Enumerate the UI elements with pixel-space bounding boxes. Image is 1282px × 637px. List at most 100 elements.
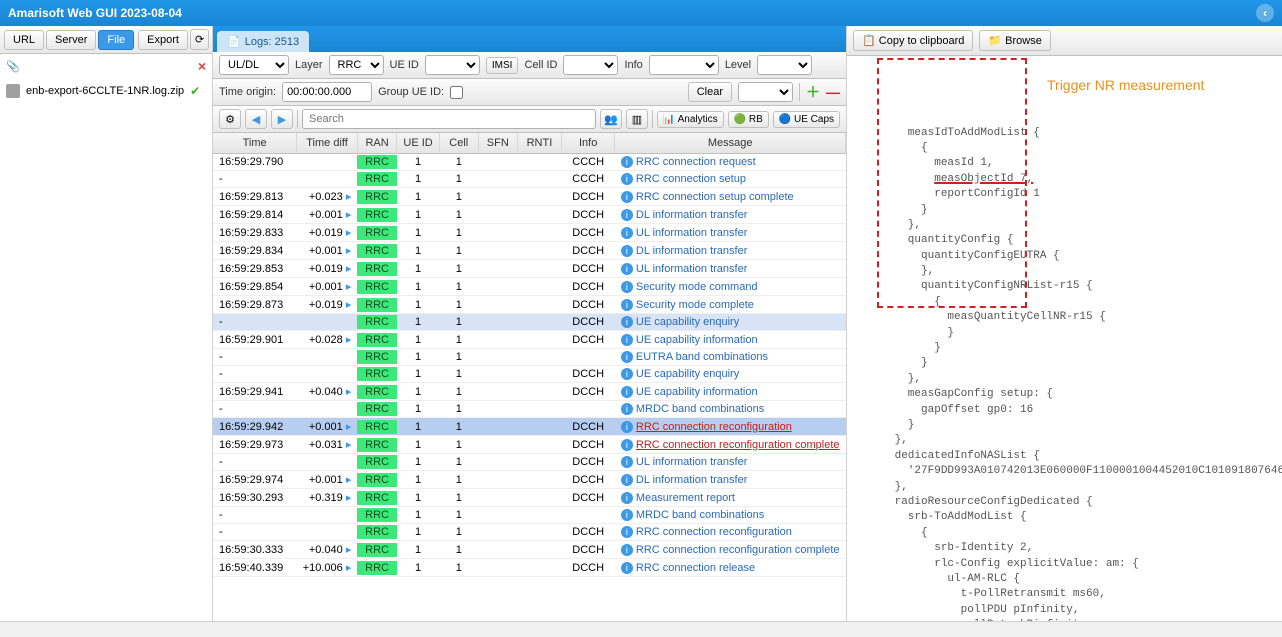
column-info[interactable]: Info	[561, 133, 614, 154]
table-row[interactable]: 16:59:29.973+0.031 ▸RRC11DCCHiRRC connec…	[213, 436, 846, 454]
column-time[interactable]: Time	[213, 133, 297, 154]
table-row[interactable]: 16:59:29.790RRC11CCCHiRRC connection req…	[213, 154, 846, 171]
arrow-icon: ▸	[346, 544, 352, 556]
info-icon: i	[621, 562, 633, 574]
row-message: UE capability information	[636, 386, 758, 398]
collapse-left-icon[interactable]: ‹	[1256, 4, 1274, 22]
export-button[interactable]: Export	[138, 30, 188, 50]
row-message: RRC connection setup	[636, 173, 746, 185]
server-button[interactable]: Server	[46, 30, 96, 50]
ran-badge: RRC	[357, 385, 396, 399]
users-icon[interactable]: 👥	[600, 109, 622, 129]
url-button[interactable]: URL	[4, 30, 44, 50]
table-row[interactable]: -RRC11CCCHiRRC connection setup	[213, 171, 846, 188]
center-panel: 📄 Logs: 2513 UL/DL Layer RRC UE ID IMSI …	[213, 26, 847, 621]
browse-button[interactable]: 📁 Browse	[979, 30, 1050, 51]
ran-badge: RRC	[357, 190, 396, 204]
table-row[interactable]: 16:59:29.941+0.040 ▸RRC11DCCHiUE capabil…	[213, 383, 846, 401]
column-sfn[interactable]: SFN	[478, 133, 517, 154]
ueid-select[interactable]	[425, 55, 480, 75]
row-message: UE capability enquiry	[636, 316, 739, 328]
ran-badge: RRC	[357, 226, 396, 240]
ran-badge: RRC	[357, 438, 396, 452]
ran-badge: RRC	[357, 420, 396, 434]
arrow-icon: ▸	[346, 439, 352, 451]
table-row[interactable]: 16:59:29.854+0.001 ▸RRC11DCCHiSecurity m…	[213, 278, 846, 296]
table-row[interactable]: -RRC11iMRDC band combinations	[213, 507, 846, 524]
table-row[interactable]: 16:59:30.293+0.319 ▸RRC11DCCHiMeasuremen…	[213, 489, 846, 507]
table-row[interactable]: 16:59:30.333+0.040 ▸RRC11DCCHiRRC connec…	[213, 541, 846, 559]
clear-select[interactable]	[738, 82, 793, 102]
column-rnti[interactable]: RNTI	[517, 133, 561, 154]
table-row[interactable]: -RRC11DCCHiUE capability enquiry	[213, 314, 846, 331]
arrow-icon: ▸	[346, 492, 352, 504]
table-row[interactable]: 16:59:29.942+0.001 ▸RRC11DCCHiRRC connec…	[213, 418, 846, 436]
group-ue-label: Group UE ID:	[378, 86, 444, 98]
prev-icon[interactable]: ◀	[245, 109, 267, 129]
file-name: enb-export-6CCLTE-1NR.log.zip	[26, 85, 184, 97]
table-row[interactable]: 16:59:29.834+0.001 ▸RRC11DCCHiDL informa…	[213, 242, 846, 260]
table-row[interactable]: 16:59:40.339+10.006 ▸RRC11DCCHiRRC conne…	[213, 559, 846, 577]
rb-button[interactable]: 🟢 RB	[728, 111, 769, 128]
table-row[interactable]: -RRC11iEUTRA band combinations	[213, 349, 846, 366]
copy-clipboard-button[interactable]: 📋 Copy to clipboard	[853, 30, 973, 51]
row-message: DL information transfer	[636, 245, 747, 257]
cellid-select[interactable]	[563, 55, 618, 75]
refresh-icon[interactable]: ⟳	[190, 29, 209, 50]
ran-badge: RRC	[357, 543, 396, 557]
column-message[interactable]: Message	[615, 133, 846, 154]
level-select[interactable]	[757, 55, 812, 75]
ran-badge: RRC	[357, 402, 396, 416]
table-row[interactable]: 16:59:29.813+0.023 ▸RRC11DCCHiRRC connec…	[213, 188, 846, 206]
clear-button[interactable]: Clear	[688, 82, 732, 102]
add-icon[interactable]: ＋	[806, 82, 820, 102]
table-row[interactable]: 16:59:29.814+0.001 ▸RRC11DCCHiDL informa…	[213, 206, 846, 224]
file-button[interactable]: File	[98, 30, 134, 50]
row-message: UL information transfer	[636, 263, 747, 275]
tab-logs[interactable]: 📄 Logs: 2513	[217, 31, 309, 52]
info-icon: i	[621, 403, 633, 415]
table-row[interactable]: -RRC11DCCHiUE capability enquiry	[213, 366, 846, 383]
column-time-diff[interactable]: Time diff	[297, 133, 358, 154]
code-content: measIdToAddModList { { measId 1, measObj…	[855, 126, 1274, 621]
bottom-scrollbar[interactable]	[0, 621, 1282, 637]
close-icon[interactable]: ×	[198, 58, 206, 74]
file-item[interactable]: enb-export-6CCLTE-1NR.log.zip ✔	[6, 82, 206, 100]
info-icon: i	[621, 439, 633, 451]
info-icon: i	[621, 173, 633, 185]
uecaps-button[interactable]: 🔵 UE Caps	[773, 111, 840, 128]
ran-badge: RRC	[357, 508, 396, 522]
table-row[interactable]: 16:59:29.901+0.028 ▸RRC11DCCHiUE capabil…	[213, 331, 846, 349]
row-message: Security mode complete	[636, 299, 754, 311]
attach-icon[interactable]: 📎	[6, 60, 20, 73]
table-row[interactable]: 16:59:29.873+0.019 ▸RRC11DCCHiSecurity m…	[213, 296, 846, 314]
table-row[interactable]: -RRC11DCCHiUL information transfer	[213, 454, 846, 471]
filter-icon[interactable]: ▥	[626, 109, 648, 129]
search-input[interactable]	[302, 109, 596, 129]
row-message: RRC connection reconfiguration complete	[636, 544, 840, 556]
table-row[interactable]: 16:59:29.974+0.001 ▸RRC11DCCHiDL informa…	[213, 471, 846, 489]
column-cell[interactable]: Cell	[439, 133, 478, 154]
remove-icon[interactable]: —	[826, 84, 840, 100]
imsi-button[interactable]: IMSI	[486, 57, 519, 74]
table-row[interactable]: 16:59:29.833+0.019 ▸RRC11DCCHiUL informa…	[213, 224, 846, 242]
row-message: UL information transfer	[636, 456, 747, 468]
uldl-select[interactable]: UL/DL	[219, 55, 289, 75]
log-table[interactable]: TimeTime diffRANUE IDCellSFNRNTIInfoMess…	[213, 133, 846, 621]
ran-badge: RRC	[357, 244, 396, 258]
time-bar: Time origin: Group UE ID: Clear ＋ —	[213, 79, 846, 106]
group-ue-checkbox[interactable]	[450, 86, 463, 99]
table-row[interactable]: -RRC11DCCHiRRC connection reconfiguratio…	[213, 524, 846, 541]
table-row[interactable]: -RRC11iMRDC band combinations	[213, 401, 846, 418]
info-select[interactable]	[649, 55, 719, 75]
time-origin-input[interactable]	[282, 82, 372, 102]
next-icon[interactable]: ▶	[271, 109, 293, 129]
layer-select[interactable]: RRC	[329, 55, 384, 75]
settings-icon[interactable]: ⚙	[219, 109, 241, 129]
detail-body[interactable]: Trigger NR measurement measIdToAddModLis…	[847, 56, 1282, 621]
analytics-button[interactable]: 📊 Analytics	[657, 111, 724, 128]
table-row[interactable]: 16:59:29.853+0.019 ▸RRC11DCCHiUL informa…	[213, 260, 846, 278]
row-message: RRC connection setup complete	[636, 191, 794, 203]
column-ran[interactable]: RAN	[357, 133, 396, 154]
column-ue-id[interactable]: UE ID	[397, 133, 440, 154]
